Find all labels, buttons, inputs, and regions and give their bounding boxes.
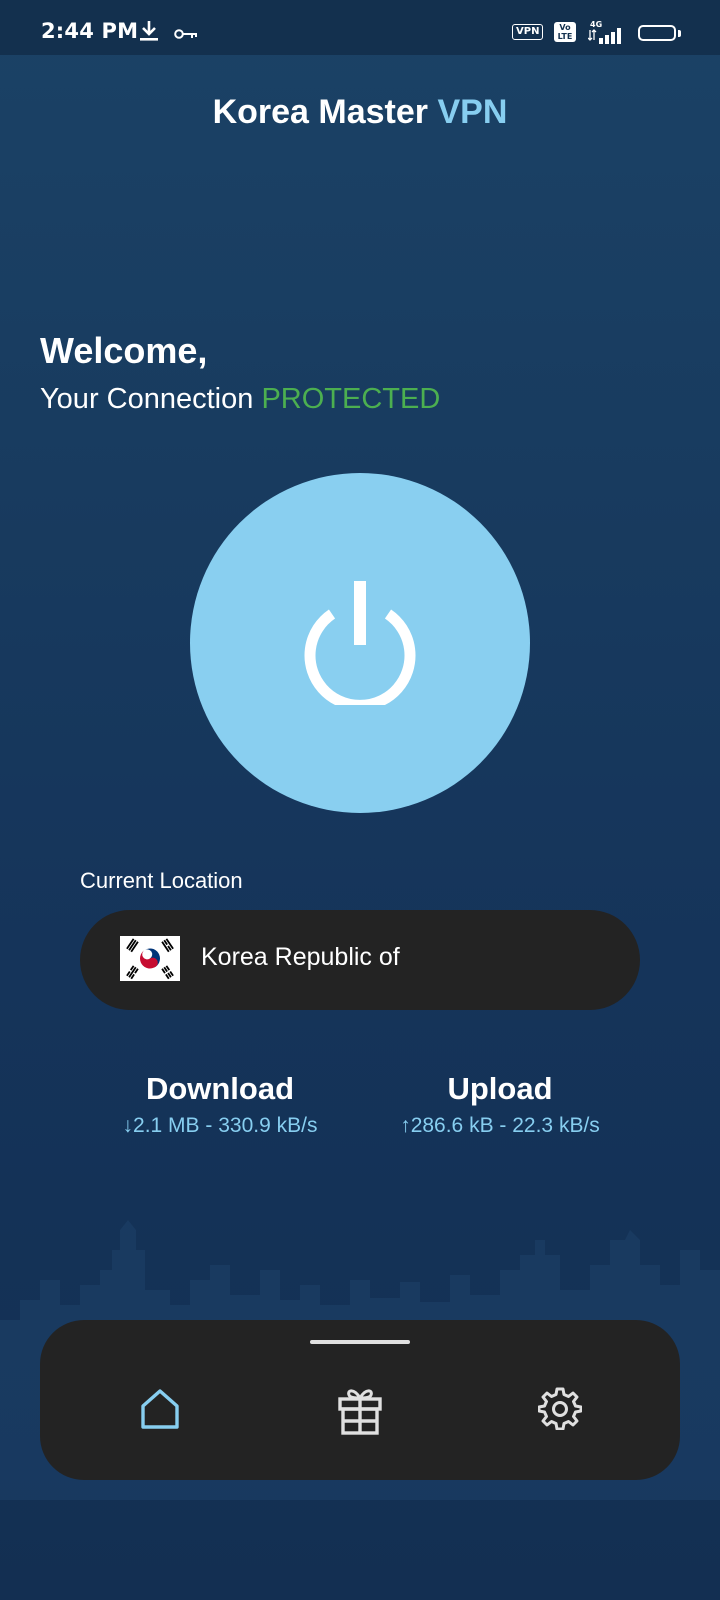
nav-drag-handle[interactable] xyxy=(310,1340,410,1344)
power-icon xyxy=(298,581,422,711)
vpn-badge: VPN xyxy=(512,24,544,40)
status-time: 2:44 PM xyxy=(41,19,139,43)
current-location-label: Current Location xyxy=(80,868,243,893)
battery-tip xyxy=(678,30,681,37)
download-value: ↓2.1 MB - 330.9 kB/s xyxy=(122,1114,318,1137)
upload-value: ↑286.6 kB - 22.3 kB/s xyxy=(400,1114,600,1137)
bottom-navigation xyxy=(40,1320,680,1480)
app-title: Korea Master VPN xyxy=(0,93,720,132)
location-selector[interactable]: Korea Republic of xyxy=(80,910,640,1010)
vpn-home-screen: 2:44 PM VPN Vo LTE 4G 85 Korea Master VP… xyxy=(0,0,720,1600)
app-title-main: Korea Master xyxy=(212,93,429,131)
home-icon xyxy=(130,1386,190,1430)
download-stat: Download ↓2.1 MB - 330.9 kB/s xyxy=(80,1070,360,1138)
volte-bottom-label: LTE xyxy=(557,32,573,41)
volte-top-label: Vo xyxy=(559,23,571,32)
nav-settings[interactable] xyxy=(530,1380,590,1440)
power-button[interactable] xyxy=(190,473,530,813)
status-bar: 2:44 PM VPN Vo LTE 4G 85 xyxy=(0,0,720,55)
app-title-accent: VPN xyxy=(437,93,508,131)
country-name: Korea Republic of xyxy=(201,943,400,971)
south-korea-flag-icon xyxy=(120,936,180,981)
key-icon xyxy=(174,25,198,44)
signal-icon xyxy=(587,26,626,48)
battery-level: 85 xyxy=(648,26,666,40)
connection-status: PROTECTED xyxy=(261,383,441,415)
download-icon xyxy=(139,20,159,46)
nav-home[interactable] xyxy=(130,1380,190,1440)
gift-icon xyxy=(330,1386,390,1436)
download-title: Download xyxy=(145,1071,295,1106)
welcome-heading: Welcome, xyxy=(40,330,208,371)
nav-gift[interactable] xyxy=(330,1380,390,1440)
volte-badge: Vo LTE xyxy=(554,22,576,42)
battery-icon: 85 xyxy=(638,25,676,41)
connection-prefix: Your Connection xyxy=(40,383,254,415)
gear-icon xyxy=(530,1386,590,1430)
upload-title: Upload xyxy=(447,1071,553,1106)
upload-stat: Upload ↑286.6 kB - 22.3 kB/s xyxy=(360,1070,640,1138)
connection-status-line: Your Connection PROTECTED xyxy=(40,383,440,416)
